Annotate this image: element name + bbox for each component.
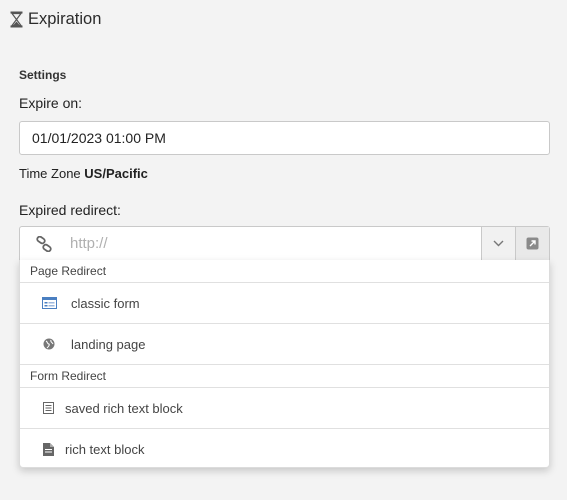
link-icon bbox=[20, 227, 68, 260]
redirect-dropdown-toggle[interactable] bbox=[481, 227, 515, 260]
expiration-header: Expiration bbox=[8, 8, 101, 30]
page-title: Expiration bbox=[28, 9, 102, 28]
hourglass-icon bbox=[8, 9, 24, 29]
settings-section-label: Settings bbox=[19, 68, 67, 82]
group-header-page-redirect: Page Redirect bbox=[30, 264, 107, 278]
chevron-down-icon bbox=[493, 240, 504, 247]
group-header-form-redirect: Form Redirect bbox=[30, 369, 107, 383]
redirect-dropdown-menu: Page Redirect classic form landing page … bbox=[19, 260, 550, 468]
time-zone: Time Zone US/Pacific bbox=[19, 166, 148, 181]
option-classic-form[interactable]: classic form bbox=[20, 282, 549, 323]
document-lines-icon bbox=[40, 400, 56, 416]
option-landing-page[interactable]: landing page bbox=[20, 323, 549, 364]
time-zone-value: US/Pacific bbox=[84, 166, 148, 181]
redirect-url-input[interactable] bbox=[68, 227, 481, 260]
expired-redirect-label: Expired redirect: bbox=[19, 202, 121, 218]
external-link-icon bbox=[526, 237, 539, 250]
expire-date-input[interactable] bbox=[19, 121, 550, 155]
option-label: rich text block bbox=[65, 441, 145, 457]
option-label: saved rich text block bbox=[65, 400, 183, 416]
redirect-combobox bbox=[19, 226, 550, 261]
option-saved-rich-text-block[interactable]: saved rich text block bbox=[20, 387, 549, 428]
option-label: landing page bbox=[71, 336, 146, 352]
document-icon bbox=[40, 441, 56, 457]
option-label: classic form bbox=[71, 295, 140, 311]
option-rich-text-block[interactable]: rich text block bbox=[20, 428, 549, 469]
globe-icon bbox=[41, 336, 57, 352]
form-icon bbox=[41, 295, 57, 311]
time-zone-label: Time Zone bbox=[19, 166, 81, 181]
open-link-button[interactable] bbox=[515, 227, 549, 260]
expire-on-label: Expire on: bbox=[19, 95, 83, 111]
